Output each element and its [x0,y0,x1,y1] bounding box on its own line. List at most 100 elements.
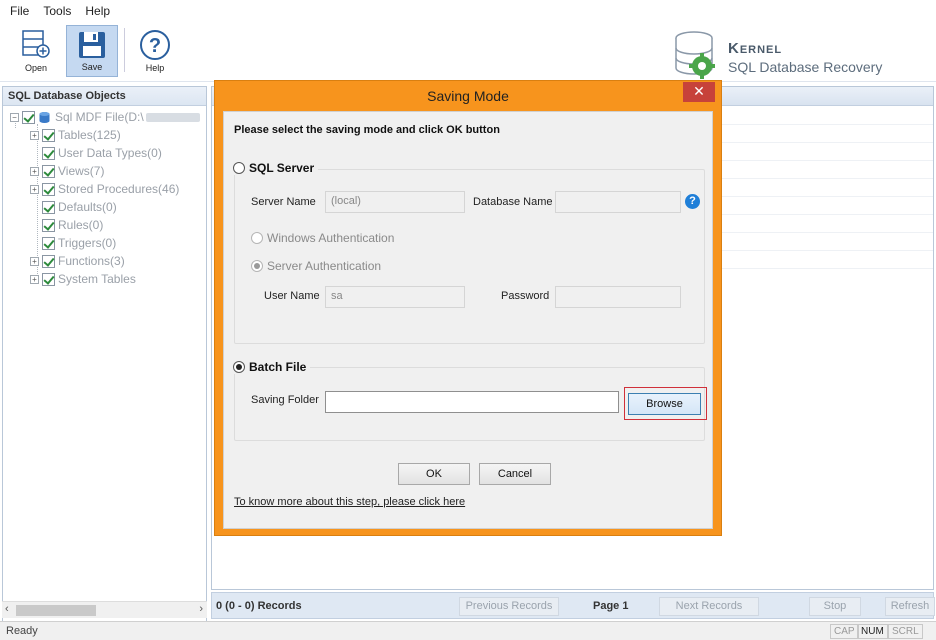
dialog-title: Saving Mode [427,88,509,104]
tree-root-label: Sql MDF File(D:\ [55,110,144,124]
tree-item-defaults[interactable]: Defaults(0) [42,198,117,216]
num-indicator: NUM [857,624,888,639]
checkbox-checked-icon[interactable] [42,272,55,286]
toolbar: Open Save ? Help Kernel SQL Database Rec… [0,22,936,82]
checkbox-checked-icon[interactable] [42,182,55,196]
checkbox-checked-icon[interactable] [42,164,55,178]
tree-item-tables[interactable]: + Tables(125) [30,126,121,144]
save-button-label: Save [81,62,103,72]
tree-item-stored-procedures[interactable]: + Stored Procedures(46) [30,180,179,198]
save-button[interactable]: Save [66,25,118,77]
open-button-label: Open [24,63,48,73]
toolbar-separator [124,28,125,72]
tree-root[interactable]: − Sql MDF File(D:\ [10,108,200,126]
tree-item-label: System Tables [58,272,136,286]
checkbox-checked-icon[interactable] [42,200,55,214]
radio-unselected-icon[interactable] [251,232,263,244]
checkbox-checked-icon[interactable] [42,236,55,250]
tree-item-label: Views(7) [58,164,105,178]
stop-button[interactable]: Stop [809,597,861,616]
windows-auth-radio[interactable]: Windows Authentication [251,231,394,245]
tree-item-label: Defaults(0) [58,200,117,214]
checkbox-checked-icon[interactable] [22,110,35,124]
scrollbar-thumb[interactable] [16,605,96,616]
batch-file-label: Batch File [249,360,307,374]
database-icon [39,111,50,123]
tree-item-functions[interactable]: + Functions(3) [30,252,125,270]
close-button[interactable]: ✕ [683,82,715,102]
scroll-right-icon[interactable]: › [199,603,203,615]
collapse-icon[interactable]: − [10,112,19,122]
open-button[interactable]: Open [10,25,62,77]
windows-auth-label: Windows Authentication [267,231,395,245]
server-auth-radio[interactable]: Server Authentication [251,259,381,273]
user-name-input[interactable]: sa [325,286,465,308]
paging-bar: 0 (0 - 0) Records Previous Records Page … [211,592,935,619]
expand-icon[interactable]: + [30,274,39,284]
help-icon[interactable]: ? [685,194,700,209]
tree-item-label: Tables(125) [58,128,121,142]
tree-item-label: User Data Types(0) [58,146,162,160]
tree-item-label: Rules(0) [58,218,104,232]
dialog-body: Please select the saving mode and click … [223,111,713,529]
password-label: Password [501,290,550,302]
server-name-input[interactable]: (local) [325,191,465,213]
batch-file-radio[interactable]: Batch File [233,360,311,374]
ok-button[interactable]: OK [398,463,470,485]
expand-icon[interactable]: + [30,130,39,140]
brand-product: SQL Database Recovery [728,59,883,75]
database-name-label: Database Name [473,196,553,208]
refresh-button[interactable]: Refresh [885,597,935,616]
saving-folder-label: Saving Folder [251,394,319,406]
tree-item-label: Functions(3) [58,254,125,268]
svg-text:?: ? [149,35,161,57]
expand-icon[interactable]: + [30,184,39,194]
next-records-button[interactable]: Next Records [659,597,759,616]
checkbox-checked-icon[interactable] [42,218,55,232]
menu-help[interactable]: Help [85,4,110,18]
object-tree-header: SQL Database Objects [3,87,206,106]
menu-file[interactable]: File [10,4,29,18]
tree-item-label: Triggers(0) [58,236,117,250]
browse-button[interactable]: Browse [628,393,701,415]
expand-icon[interactable]: + [30,256,39,266]
tree-item-user-data-types[interactable]: User Data Types(0) [42,144,162,162]
radio-selected-icon[interactable] [251,260,263,272]
cap-indicator: CAP [830,624,859,639]
help-button[interactable]: ? Help [129,25,181,77]
cancel-button[interactable]: Cancel [479,463,551,485]
menu-bar: File Tools Help [0,0,936,22]
redacted-path [145,112,200,122]
radio-unselected-icon[interactable] [233,162,245,174]
checkbox-checked-icon[interactable] [42,254,55,268]
floppy-disk-icon [79,32,105,58]
tree-item-rules[interactable]: Rules(0) [42,216,103,234]
checkbox-checked-icon[interactable] [42,146,55,160]
database-name-input[interactable] [555,191,681,213]
help-link[interactable]: To know more about this step, please cli… [234,496,465,508]
object-tree-panel: SQL Database Objects − Sql MDF File(D:\ … [2,86,207,622]
tree-item-views[interactable]: + Views(7) [30,162,104,180]
tree-item-label: Stored Procedures(46) [58,182,180,196]
expand-icon[interactable]: + [30,166,39,176]
checkbox-checked-icon[interactable] [42,128,55,142]
status-text: Ready [6,625,38,637]
records-count: 0 (0 - 0) Records [216,600,302,612]
status-bar: Ready CAP NUM SCRL [0,621,936,640]
user-name-label: User Name [264,290,320,302]
previous-records-button[interactable]: Previous Records [459,597,559,616]
password-input[interactable] [555,286,681,308]
tree-item-triggers[interactable]: Triggers(0) [42,234,116,252]
instruction-text: Please select the saving mode and click … [234,124,500,136]
sql-server-radio[interactable]: SQL Server [233,161,319,175]
server-name-label: Server Name [251,196,316,208]
brand-name: Kernel [728,40,783,57]
menu-tools[interactable]: Tools [43,4,71,18]
scroll-left-icon[interactable]: ‹ [5,603,9,615]
tree-horizontal-scrollbar[interactable]: ‹ › [2,601,207,618]
page-number: Page 1 [593,600,629,612]
saving-folder-input[interactable] [325,391,619,413]
tree-item-system-tables[interactable]: + System Tables [30,270,136,288]
radio-selected-icon[interactable] [233,361,245,373]
help-button-label: Help [145,63,165,73]
